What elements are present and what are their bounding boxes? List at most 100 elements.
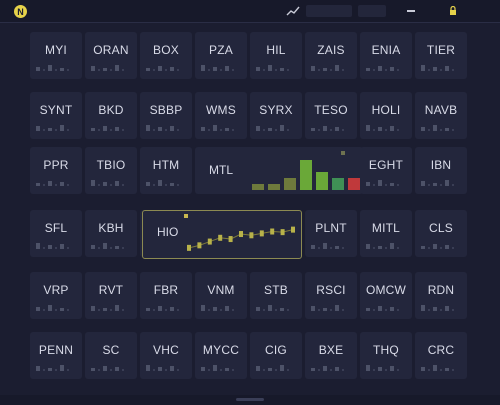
ticker-tile[interactable]: SC	[85, 332, 137, 379]
mini-dot	[232, 369, 234, 371]
mini-dot	[318, 129, 320, 131]
mini-dot	[220, 369, 222, 371]
ticker-symbol: MITL	[371, 221, 401, 235]
ticker-tile[interactable]: MYCC	[195, 332, 247, 379]
mini-bar	[115, 65, 119, 71]
ticker-tile[interactable]: ENIA	[360, 32, 412, 79]
ticker-tile[interactable]: PPR	[30, 147, 82, 194]
ticker-symbol: TIER	[426, 43, 456, 57]
ticker-tile[interactable]: MITL	[360, 210, 412, 257]
ticker-tile[interactable]: TIER	[415, 32, 467, 79]
mini-sparkline	[256, 62, 296, 71]
mini-bar	[213, 67, 217, 71]
mini-dot	[122, 247, 124, 249]
ticker-tile[interactable]: RSCI	[305, 272, 357, 319]
mini-dot	[153, 69, 155, 71]
lock-icon[interactable]	[446, 4, 460, 18]
mini-sparkline	[256, 302, 296, 311]
mini-bar	[366, 244, 370, 249]
mini-bar	[445, 180, 449, 186]
mini-dot	[43, 69, 45, 71]
mini-dot	[318, 309, 320, 311]
trend-icon[interactable]	[285, 4, 301, 18]
ticker-tile[interactable]: ZAIS	[305, 32, 357, 79]
mini-dot	[67, 247, 69, 249]
ticker-tile[interactable]: SFL	[30, 210, 82, 257]
ticker-symbol: BOX	[153, 43, 179, 57]
ticker-tile[interactable]: STB	[250, 272, 302, 319]
mini-dot	[440, 247, 442, 249]
mini-bar	[91, 128, 95, 131]
ticker-tile[interactable]: EGHT	[360, 147, 412, 194]
expanded-tile-mtl[interactable]: MTL	[197, 147, 363, 194]
toolbar-field[interactable]	[358, 5, 386, 17]
mini-bar	[36, 183, 40, 186]
mini-dot	[165, 369, 167, 371]
mini-bar	[280, 125, 284, 131]
mini-dot	[122, 184, 124, 186]
mini-bar	[91, 368, 95, 371]
ticker-symbol: THQ	[373, 343, 399, 357]
ticker-tile[interactable]: THQ	[360, 332, 412, 379]
ticker-tile[interactable]: PZA	[195, 32, 247, 79]
ticker-tile[interactable]: CRC	[415, 332, 467, 379]
ticker-tile[interactable]: OMCW	[360, 272, 412, 319]
ticker-tile[interactable]: VHC	[140, 332, 192, 379]
mini-dot	[165, 129, 167, 131]
mini-bar	[60, 308, 64, 311]
ticker-tile[interactable]: SBBP	[140, 92, 192, 139]
mini-sparkline	[366, 302, 406, 311]
ticker-tile[interactable]: BOX	[140, 32, 192, 79]
mini-bar	[311, 245, 315, 249]
ticker-tile[interactable]: VNM	[195, 272, 247, 319]
ticker-tile[interactable]: KBH	[85, 210, 137, 257]
ticker-tile[interactable]: WMS	[195, 92, 247, 139]
ticker-symbol: BXE	[318, 343, 344, 357]
ticker-tile[interactable]: HIL	[250, 32, 302, 79]
mini-dot	[373, 184, 375, 186]
mini-bar	[115, 246, 119, 249]
mini-bar	[390, 183, 394, 186]
ticker-tile[interactable]: TESO	[305, 92, 357, 139]
dropdown-icon[interactable]	[404, 4, 418, 18]
ticker-tile[interactable]: RVT	[85, 272, 137, 319]
ticker-tile[interactable]: HOLI	[360, 92, 412, 139]
mini-bar	[433, 67, 437, 71]
mini-dot	[208, 69, 210, 71]
ticker-tile[interactable]: SYRX	[250, 92, 302, 139]
ticker-tile[interactable]: NAVB	[415, 92, 467, 139]
ticker-tile[interactable]: TBIO	[85, 147, 137, 194]
ticker-symbol: PLNT	[315, 221, 347, 235]
ticker-tile[interactable]: MYI	[30, 32, 82, 79]
ticker-tile[interactable]: SYNT	[30, 92, 82, 139]
ticker-tile[interactable]: CIG	[250, 332, 302, 379]
ticker-tile[interactable]: PLNT	[305, 210, 357, 257]
ticker-symbol: HOLI	[371, 103, 401, 117]
ticker-tile[interactable]: IBN	[415, 147, 467, 194]
mini-bar	[445, 368, 449, 371]
resize-handle[interactable]	[236, 398, 264, 401]
ticker-tile[interactable]: FBR	[140, 272, 192, 319]
mini-bar	[91, 245, 95, 249]
mini-dot	[330, 129, 332, 131]
ticker-tile[interactable]: ORAN	[85, 32, 137, 79]
expanded-tile-hio[interactable]: HIO	[142, 210, 302, 259]
line-chart-svg	[184, 214, 295, 251]
ticker-tile[interactable]: PENN	[30, 332, 82, 379]
ticker-tile[interactable]: CLS	[415, 210, 467, 257]
mini-bar	[48, 128, 52, 131]
mini-bar	[335, 65, 339, 71]
mini-bar	[60, 68, 64, 71]
mini-dot	[67, 369, 69, 371]
toolbar-field[interactable]	[306, 5, 352, 17]
ticker-tile[interactable]: BXE	[305, 332, 357, 379]
mini-dot	[440, 69, 442, 71]
ticker-tile[interactable]: RDN	[415, 272, 467, 319]
app-logo-icon[interactable]: N	[14, 5, 27, 18]
ticker-tile[interactable]: BKD	[85, 92, 137, 139]
mini-dot	[330, 369, 332, 371]
ticker-tile[interactable]: VRP	[30, 272, 82, 319]
mini-sparkline	[36, 302, 76, 311]
ticker-tile[interactable]: HTM	[140, 147, 192, 194]
mini-bar	[445, 245, 449, 249]
